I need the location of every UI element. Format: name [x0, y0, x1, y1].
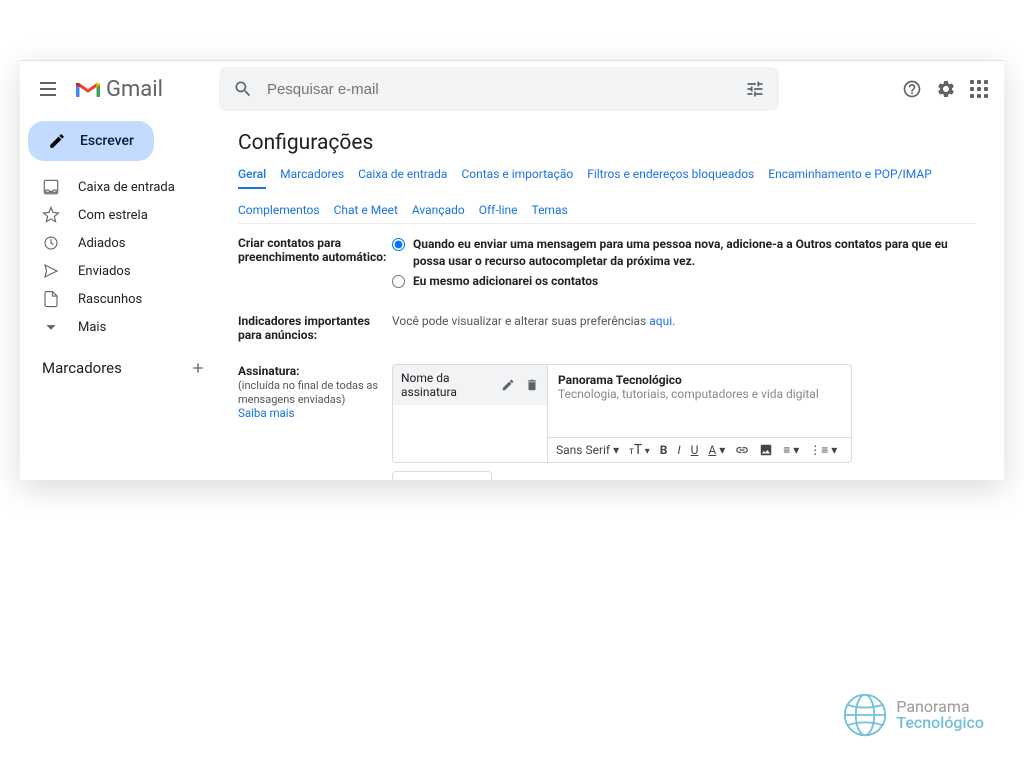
sidebar-item-inbox[interactable]: Caixa de entrada	[20, 173, 220, 201]
signature-item[interactable]: Nome da assinatura	[393, 365, 547, 405]
nav-label: Enviados	[78, 264, 131, 279]
signature-name: Nome da assinatura	[401, 371, 501, 399]
tab-chat[interactable]: Chat e Meet	[334, 203, 398, 223]
gmail-m-icon	[76, 80, 100, 98]
contacts-radio-auto[interactable]	[392, 238, 405, 251]
labels-header[interactable]: Marcadores	[20, 351, 220, 385]
gear-icon[interactable]	[936, 79, 956, 99]
tab-encaminhamento[interactable]: Encaminhamento e POP/IMAP	[768, 167, 932, 189]
nav-label: Mais	[78, 320, 106, 335]
font-select[interactable]: Sans Serif ▾	[556, 443, 619, 457]
tune-icon[interactable]	[745, 79, 765, 99]
contacts-opt1: Quando eu enviar uma mensagem para uma p…	[413, 236, 976, 270]
tab-inbox[interactable]: Caixa de entrada	[358, 167, 447, 189]
signature-content[interactable]: Panorama Tecnológico Tecnologia, tutoria…	[548, 365, 851, 437]
tab-avancado[interactable]: Avançado	[412, 203, 465, 223]
draft-icon	[42, 290, 60, 308]
send-icon	[42, 262, 60, 280]
search-bar[interactable]	[219, 67, 779, 111]
compose-label: Escrever	[80, 133, 134, 149]
compose-button[interactable]: Escrever	[28, 121, 154, 161]
apps-icon[interactable]	[970, 80, 988, 98]
tab-offline[interactable]: Off-line	[479, 203, 518, 223]
gmail-text: Gmail	[106, 77, 163, 102]
plus-icon[interactable]	[190, 360, 206, 376]
pencil-icon	[48, 132, 66, 150]
size-icon[interactable]: тT ▾	[629, 442, 650, 458]
tab-filtros[interactable]: Filtros e endereços bloqueados	[587, 167, 754, 189]
star-icon	[42, 206, 60, 224]
signature-label: Assinatura: (incluída no final de todas …	[238, 364, 388, 480]
gmail-window: Gmail Escrever Caixa de entrada Com estr…	[20, 60, 1004, 480]
search-input[interactable]	[267, 81, 731, 98]
nav-label: Caixa de entrada	[78, 180, 175, 195]
chevron-down-icon	[42, 318, 60, 336]
header-actions	[902, 79, 988, 99]
signature-toolbar: Sans Serif ▾ тT ▾ B I U A ▾ ≡ ▾ ⋮≡ ▾	[548, 437, 851, 462]
tab-contas[interactable]: Contas e importação	[461, 167, 573, 189]
link-icon[interactable]	[735, 443, 749, 457]
watermark: Panorama Tecnológico	[842, 692, 984, 738]
signature-editor: Nome da assinatura Panorama Tecnológico	[392, 364, 852, 463]
sidebar-item-more[interactable]: Mais	[20, 313, 220, 341]
indicators-link[interactable]: aqui	[649, 314, 672, 328]
settings-tabs: Geral Marcadores Caixa de entrada Contas…	[238, 167, 976, 224]
nav-label: Rascunhos	[78, 292, 142, 307]
edit-icon[interactable]	[501, 378, 515, 392]
gmail-logo: Gmail	[76, 77, 163, 102]
help-icon[interactable]	[902, 79, 922, 99]
indicators-value: Você pode visualizar e alterar suas pref…	[392, 314, 976, 342]
delete-icon[interactable]	[525, 378, 539, 392]
labels-text: Marcadores	[42, 359, 122, 377]
clock-icon	[42, 234, 60, 252]
row-indicators: Indicadores importantes para anúncios: V…	[238, 302, 976, 352]
signature-learn-more[interactable]: Saiba mais	[238, 406, 295, 420]
contacts-radio-manual[interactable]	[392, 275, 405, 288]
menu-icon[interactable]	[36, 77, 60, 101]
sidebar-item-drafts[interactable]: Rascunhos	[20, 285, 220, 313]
tab-marcadores[interactable]: Marcadores	[280, 167, 344, 189]
bold-icon[interactable]: B	[660, 443, 668, 457]
sidebar: Escrever Caixa de entrada Com estrela Ad…	[20, 117, 220, 480]
contacts-label: Criar contatos para preenchimento automá…	[238, 236, 388, 292]
text-color-icon[interactable]: A ▾	[708, 443, 725, 457]
search-icon	[233, 79, 253, 99]
align-icon[interactable]: ≡ ▾	[783, 443, 799, 457]
indicators-label: Indicadores importantes para anúncios:	[238, 314, 388, 342]
row-signature: Assinatura: (incluída no final de todas …	[238, 352, 976, 480]
italic-icon[interactable]: I	[677, 443, 680, 457]
settings-main: Configurações Geral Marcadores Caixa de …	[220, 117, 1004, 480]
image-icon[interactable]	[759, 443, 773, 457]
signature-list: Nome da assinatura	[393, 365, 548, 462]
inbox-icon	[42, 178, 60, 196]
create-signature-button[interactable]: + Criar novo	[392, 471, 492, 480]
list-icon[interactable]: ⋮≡ ▾	[809, 443, 837, 457]
nav-label: Com estrela	[78, 208, 148, 223]
sidebar-item-sent[interactable]: Enviados	[20, 257, 220, 285]
globe-icon	[842, 692, 888, 738]
page-title: Configurações	[238, 131, 976, 155]
tab-complementos[interactable]: Complementos	[238, 203, 320, 223]
nav-label: Adiados	[78, 236, 126, 251]
tab-geral[interactable]: Geral	[238, 167, 266, 189]
header: Gmail	[20, 61, 1004, 117]
sidebar-item-starred[interactable]: Com estrela	[20, 201, 220, 229]
row-contacts: Criar contatos para preenchimento automá…	[238, 224, 976, 302]
underline-icon[interactable]: U	[691, 443, 699, 457]
tab-temas[interactable]: Temas	[531, 203, 567, 223]
contacts-opt2: Eu mesmo adicionarei os contatos	[413, 273, 598, 290]
sidebar-item-snoozed[interactable]: Adiados	[20, 229, 220, 257]
